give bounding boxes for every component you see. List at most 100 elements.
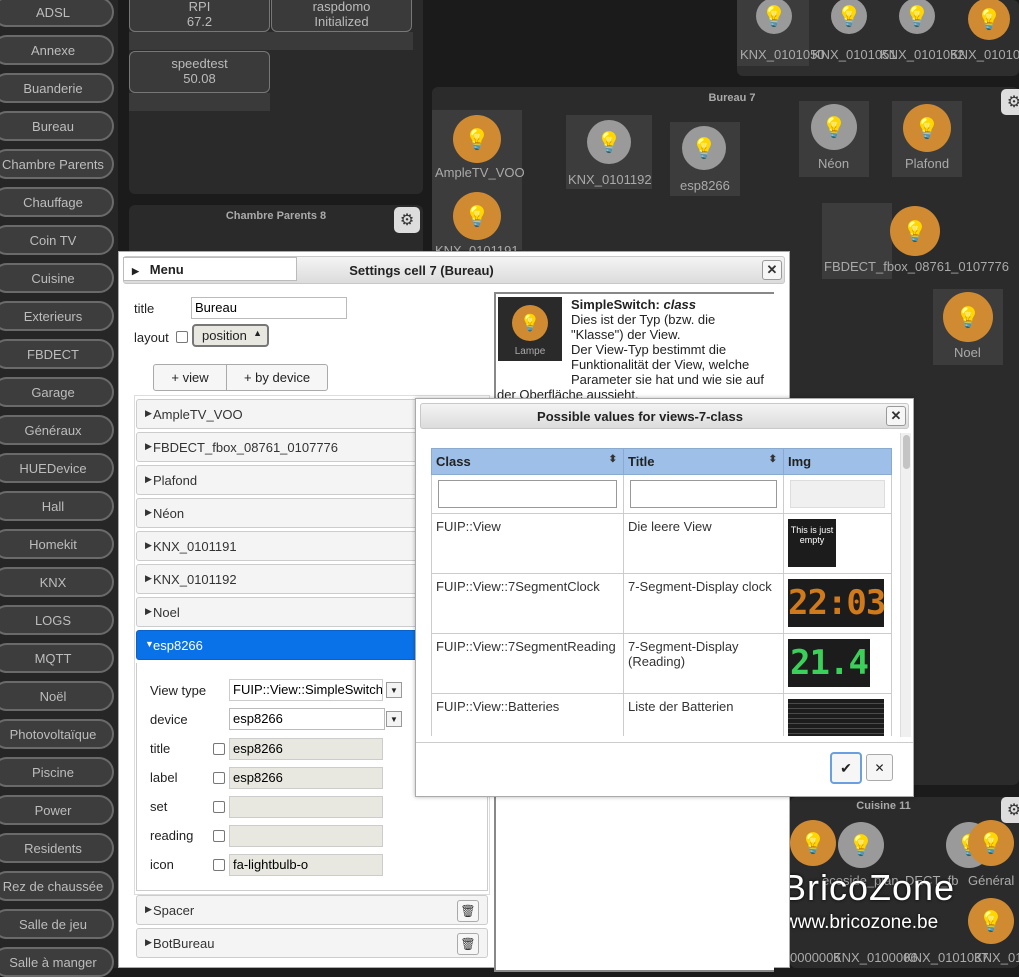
sidebar-item[interactable]: Noël [0, 681, 114, 711]
col-class[interactable]: Class ⬍ [431, 448, 624, 475]
view-item-label: esp8266 [153, 638, 203, 653]
trash-icon[interactable]: 🗑 [457, 933, 479, 955]
row-title: 7-Segment-Display (Reading) [623, 633, 784, 694]
add-view-button[interactable]: + view [153, 364, 227, 391]
raspdomo-tile[interactable]: raspdomo Initialized [271, 0, 412, 32]
cancel-button[interactable]: ✕ [866, 754, 893, 781]
confirm-button[interactable]: ✔ [830, 752, 862, 784]
caret-right-icon: ▶ [145, 937, 152, 947]
table-row[interactable]: FUIP::View Die leere View This is just e… [431, 513, 892, 574]
knx-label: KNX_010105 [950, 47, 1019, 62]
view-item[interactable]: ▶ BotBureau 🗑 [136, 928, 488, 958]
sidebar-item[interactable]: Photovoltaïque [0, 719, 114, 749]
title-checkbox[interactable] [213, 743, 225, 755]
reading-preview: 21.4 [788, 639, 870, 687]
sidebar-item[interactable]: Annexe [0, 35, 114, 65]
caret-right-icon: ▶ [145, 408, 152, 418]
chevron-down-icon[interactable]: ▼ [386, 711, 402, 727]
set-checkbox[interactable] [213, 801, 225, 813]
caret-right-icon: ▶ [145, 904, 152, 914]
row-img [783, 693, 892, 736]
label-param-field[interactable]: esp8266 [229, 767, 383, 789]
scrollbar[interactable] [900, 433, 911, 737]
view-item[interactable]: ▶ Spacer 🗑 [136, 895, 488, 925]
layout-label: layout [134, 330, 169, 345]
sidebar: ADSL Annexe Buanderie Bureau Chambre Parents… [0, 0, 118, 977]
sidebar-item[interactable]: LOGS [0, 605, 114, 635]
sidebar-item[interactable]: Salle de jeu [0, 909, 114, 939]
sidebar-item[interactable]: MQTT [0, 643, 114, 673]
lightbulb-icon: 💡 [811, 104, 857, 150]
sidebar-item[interactable]: Chauffage [0, 187, 114, 217]
trash-icon[interactable]: 🗑 [457, 900, 479, 922]
rpi-tile[interactable]: RPI 67.2 [129, 0, 270, 32]
table-row[interactable]: FUIP::View::7SegmentClock 7-Segment-Disp… [431, 573, 892, 634]
icon-checkbox[interactable] [213, 859, 225, 871]
layout-checkbox[interactable] [176, 331, 188, 343]
sidebar-item[interactable]: Généraux [0, 415, 114, 445]
sidebar-item[interactable]: Hall [0, 491, 114, 521]
caret-right-icon: ▶ [132, 266, 139, 276]
gear-icon[interactable]: ⚙ [1001, 797, 1019, 823]
sidebar-item[interactable]: Homekit [0, 529, 114, 559]
col-title[interactable]: Title ⬍ [623, 448, 784, 475]
sidebar-item[interactable]: Chambre Parents [0, 149, 114, 179]
row-class: FUIP::View::7SegmentClock [431, 573, 624, 634]
lightbulb-icon: 💡 [890, 206, 940, 256]
sidebar-item[interactable]: Power [0, 795, 114, 825]
view-type-field[interactable]: FUIP::View::SimpleSwitch [229, 679, 383, 701]
cuisine-title: Cuisine 11 [856, 800, 911, 812]
help-heading-em: class [663, 297, 697, 312]
pv-title: Possible values for views-7-class [537, 409, 743, 424]
sidebar-item[interactable]: HUEDevice [0, 453, 114, 483]
close-icon[interactable]: ✕ [886, 406, 906, 426]
title-param-field[interactable]: esp8266 [229, 738, 383, 760]
set-param-field[interactable] [229, 796, 383, 818]
sidebar-item[interactable]: Piscine [0, 757, 114, 787]
gear-icon[interactable]: ⚙ [1001, 89, 1019, 115]
view-item-label: Plafond [153, 473, 198, 488]
sidebar-item[interactable]: Garage [0, 377, 114, 407]
sidebar-item[interactable]: Buanderie [0, 73, 114, 103]
sidebar-item[interactable]: Coin TV [0, 225, 114, 255]
sidebar-item[interactable]: Cuisine [0, 263, 114, 293]
device-field[interactable]: esp8266 [229, 708, 385, 730]
device-label: AmpleTV_VOO [435, 165, 525, 180]
chevron-down-icon[interactable]: ▼ [386, 682, 402, 698]
title-input[interactable]: Bureau [191, 297, 347, 319]
sidebar-item[interactable]: Rez de chaussée [0, 871, 114, 901]
class-filter-input[interactable] [438, 480, 617, 508]
view-item-label: FBDECT_fbox_08761_0107776 [153, 440, 339, 455]
gear-icon[interactable]: ⚙ [394, 207, 420, 233]
table-row[interactable]: FUIP::View::7SegmentReading 7-Segment-Di… [431, 633, 892, 694]
menu-button[interactable]: ▶ Menu [123, 257, 297, 281]
reading-checkbox[interactable] [213, 830, 225, 842]
scrollbar-thumb[interactable] [903, 435, 910, 469]
close-icon[interactable]: ✕ [762, 260, 782, 280]
sidebar-item[interactable]: ADSL [0, 0, 114, 27]
reading-param-field[interactable] [229, 825, 383, 847]
sidebar-item[interactable]: KNX [0, 567, 114, 597]
settings-title: Settings cell 7 (Bureau) [349, 263, 494, 278]
label-checkbox[interactable] [213, 772, 225, 784]
lightbulb-icon: 💡 [968, 898, 1014, 944]
speedtest-tile[interactable]: speedtest 50.08 [129, 51, 270, 93]
sidebar-item[interactable]: FBDECT [0, 339, 114, 369]
help-heading: SimpleSwitch: class [571, 297, 696, 312]
row-title: 7-Segment-Display clock [623, 573, 784, 634]
view-item-label: KNX_0101191 [153, 539, 237, 554]
title-filter-input[interactable] [630, 480, 777, 508]
title-param-label: title [150, 741, 171, 756]
sidebar-item[interactable]: Bureau [0, 111, 114, 141]
device-label: FBDECT_fbox_08761_0107776 [824, 259, 1010, 274]
icon-param-field[interactable]: fa-lightbulb-o [229, 854, 383, 876]
add-by-device-button[interactable]: + by device [226, 364, 328, 391]
sidebar-item[interactable]: Exterieurs [0, 301, 114, 331]
layout-select[interactable]: position ▲ [192, 324, 269, 347]
sidebar-item[interactable]: Residents [0, 833, 114, 863]
table-row[interactable]: FUIP::View::Batteries Liste der Batterie… [431, 693, 892, 736]
row-class: FUIP::View::Batteries [431, 693, 624, 736]
view-item-label: KNX_0101192 [153, 572, 237, 587]
sidebar-item[interactable]: Salle à manger [0, 947, 114, 977]
caret-right-icon: ▶ [145, 474, 152, 484]
